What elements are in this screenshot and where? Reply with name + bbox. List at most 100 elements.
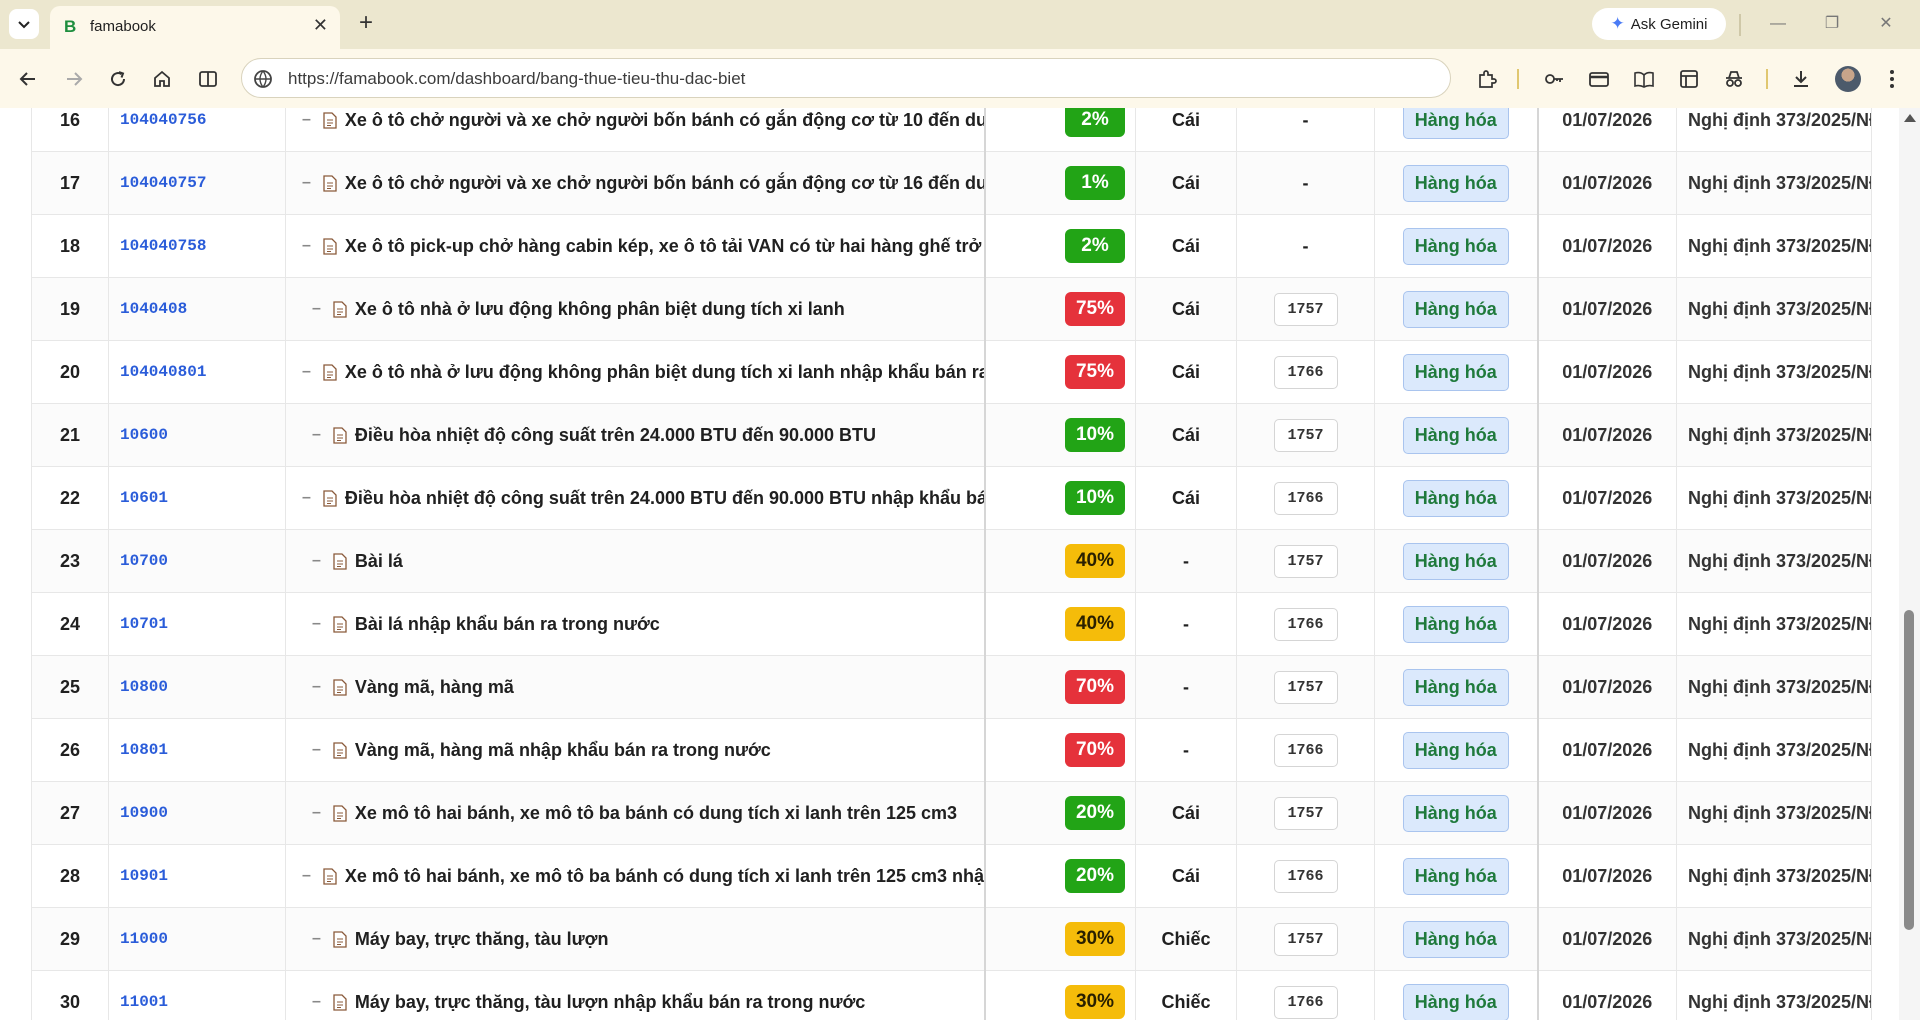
item-name: Xe ô tô chở người và xe chở người bốn bá… — [344, 172, 985, 193]
credit-card-icon — [1589, 72, 1609, 87]
table-row[interactable]: 23 10700 – Bài lá 40% - 1757 Hàng hóa 01/07/2026… — [31, 529, 1872, 593]
new-tab-button[interactable]: + — [352, 9, 380, 37]
item-code-link[interactable]: 10601 — [108, 466, 286, 530]
item-name: Máy bay, trực thăng, tàu lượn nhập khẩu … — [354, 991, 866, 1012]
legal-basis: Nghị định 373/2025/NĐ-CP — [1676, 718, 1872, 782]
active-tab[interactable]: B famabook ✕ — [50, 6, 340, 49]
tax-rate-cell: 30% — [983, 907, 1136, 971]
site-info-icon[interactable] — [252, 68, 274, 90]
table-row[interactable]: 28 10901– Xe mô tô hai bánh, xe mô tô ba b… — [31, 844, 1872, 908]
table-view-button[interactable] — [1675, 65, 1703, 93]
item-code-link[interactable]: 11001 — [108, 970, 286, 1020]
scroll-up-arrow-icon[interactable] — [1904, 114, 1916, 122]
decision-cell: 1757 — [1236, 403, 1375, 467]
table-row[interactable]: 26 10801 – Vàng mã, hàng mã nhập khẩu bán r… — [31, 718, 1872, 782]
table-row[interactable]: 24 10701 – Bài lá nhập khẩu bán ra trong nư… — [31, 592, 1872, 656]
page-scrollbar[interactable] — [1899, 108, 1920, 1020]
passwords-button[interactable] — [1540, 65, 1568, 93]
effective-date: 01/07/2026 — [1536, 466, 1677, 530]
item-code-link[interactable]: 1040408 — [108, 277, 286, 341]
chevron-down-icon — [18, 21, 30, 29]
scrollbar-thumb[interactable] — [1904, 610, 1914, 930]
ask-gemini-button[interactable]: ✦ Ask Gemini — [1592, 8, 1726, 40]
maximize-button[interactable]: ❐ — [1812, 8, 1852, 40]
type-cell: Hàng hóa — [1374, 214, 1538, 278]
close-window-button[interactable]: ✕ — [1866, 8, 1906, 40]
profile-avatar[interactable] — [1835, 66, 1861, 92]
item-code-link[interactable]: 104040801 — [108, 340, 286, 404]
item-code-link[interactable]: 10600 — [108, 403, 286, 467]
reload-button[interactable] — [104, 65, 132, 93]
tax-rate-badge: 40% — [1065, 607, 1125, 641]
tree-branch-icon: – — [302, 111, 311, 128]
decision-badge[interactable]: 1766 — [1273, 985, 1338, 1019]
table-row[interactable]: 22 10601– Điều hòa nhiệt độ công suất trên… — [31, 466, 1872, 530]
table-row[interactable]: 30 11001 – Máy bay, trực thăng, tàu lượn nh… — [31, 970, 1872, 1020]
table-row[interactable]: 27 10900 – Xe mô tô hai bánh, xe mô tô ba b… — [31, 781, 1872, 845]
decision-badge[interactable]: 1766 — [1273, 481, 1338, 515]
decision-cell: 1757 — [1236, 529, 1375, 593]
decision-badge[interactable]: 1757 — [1273, 544, 1338, 578]
decision-badge[interactable]: 1757 — [1273, 670, 1338, 704]
split-view-button[interactable] — [194, 65, 222, 93]
payment-methods-button[interactable] — [1585, 65, 1613, 93]
item-name-cell: – Xe ô tô pick-up chở hàng cabin kép, xe … — [285, 214, 985, 278]
table-body: 16 104040756– Xe ô tô chở người và xe chở … — [31, 108, 1872, 1020]
tab-search-button[interactable] — [9, 9, 39, 39]
decision-badge[interactable]: 1757 — [1273, 418, 1338, 452]
table-row[interactable]: 20 104040801– Xe ô tô nhà ở lưu động không… — [31, 340, 1872, 404]
address-bar[interactable]: https://famabook.com/dashboard/bang-thue… — [241, 58, 1451, 98]
legal-basis: Nghị định 373/2025/NĐ-CP — [1676, 214, 1872, 278]
type-badge: Hàng hóa — [1402, 290, 1509, 328]
effective-date: 01/07/2026 — [1536, 108, 1677, 152]
decision-badge[interactable]: 1766 — [1273, 607, 1338, 641]
reading-mode-button[interactable] — [1630, 65, 1658, 93]
effective-date: 01/07/2026 — [1536, 277, 1677, 341]
table-row[interactable]: 16 104040756– Xe ô tô chở người và xe chở … — [31, 108, 1872, 152]
back-button[interactable] — [14, 65, 42, 93]
item-code-link[interactable]: 10801 — [108, 718, 286, 782]
item-code-link[interactable]: 10701 — [108, 592, 286, 656]
tree-branch-icon: – — [302, 489, 311, 506]
table-row[interactable]: 19 1040408 – Xe ô tô nhà ở lưu động không p… — [31, 277, 1872, 341]
browser-menu-button[interactable] — [1878, 65, 1906, 93]
table-row[interactable]: 18 104040758– Xe ô tô pick-up chở hàng cab… — [31, 214, 1872, 278]
item-code-link[interactable]: 10800 — [108, 655, 286, 719]
item-code-link[interactable]: 104040756 — [108, 108, 286, 152]
item-code-link[interactable]: 11000 — [108, 907, 286, 971]
unit-cell: - — [1135, 529, 1237, 593]
minimize-button[interactable]: — — [1758, 8, 1798, 40]
item-code-link[interactable]: 104040757 — [108, 151, 286, 215]
tax-rate-badge: 20% — [1065, 796, 1125, 830]
decision-badge[interactable]: 1757 — [1273, 922, 1338, 956]
url-text[interactable]: https://famabook.com/dashboard/bang-thue… — [288, 69, 745, 89]
legal-basis: Nghị định 373/2025/NĐ-CP — [1676, 403, 1872, 467]
decision-badge[interactable]: 1757 — [1273, 292, 1338, 326]
item-name-cell: – Xe ô tô chở người và xe chở người bốn b… — [285, 108, 985, 152]
table-row[interactable]: 25 10800 – Vàng mã, hàng mã 70% - 1757 Hàng hóa… — [31, 655, 1872, 719]
item-code-link[interactable]: 10901 — [108, 844, 286, 908]
unit-cell: Cái — [1135, 781, 1237, 845]
type-cell: Hàng hóa — [1374, 108, 1538, 152]
table-row[interactable]: 29 11000 – Máy bay, trực thăng, tàu lượn 30%… — [31, 907, 1872, 971]
item-code-link[interactable]: 10900 — [108, 781, 286, 845]
table-row[interactable]: 17 104040757– Xe ô tô chở người và xe chở … — [31, 151, 1872, 215]
table-row[interactable]: 21 10600 – Điều hòa nhiệt độ công suất trên… — [31, 403, 1872, 467]
decision-badge[interactable]: 1766 — [1273, 355, 1338, 389]
ask-gemini-label: Ask Gemini — [1630, 15, 1708, 33]
special-consumption-tax-table: 16 104040756– Xe ô tô chở người và xe chở … — [31, 108, 1872, 1020]
home-button[interactable] — [148, 65, 176, 93]
item-name: Vàng mã, hàng mã nhập khẩu bán ra trong … — [354, 739, 771, 760]
forward-button[interactable] — [60, 65, 88, 93]
effective-date: 01/07/2026 — [1536, 403, 1677, 467]
item-code-link[interactable]: 10700 — [108, 529, 286, 593]
extensions-button[interactable] — [1473, 65, 1501, 93]
incognito-button[interactable] — [1720, 65, 1748, 93]
close-tab-icon[interactable]: ✕ — [313, 15, 328, 36]
downloads-button[interactable] — [1787, 65, 1815, 93]
decision-badge[interactable]: 1766 — [1273, 733, 1338, 767]
item-code-link[interactable]: 104040758 — [108, 214, 286, 278]
decision-badge[interactable]: 1766 — [1273, 859, 1338, 893]
decision-badge[interactable]: 1757 — [1273, 796, 1338, 830]
split-view-icon — [199, 71, 217, 87]
